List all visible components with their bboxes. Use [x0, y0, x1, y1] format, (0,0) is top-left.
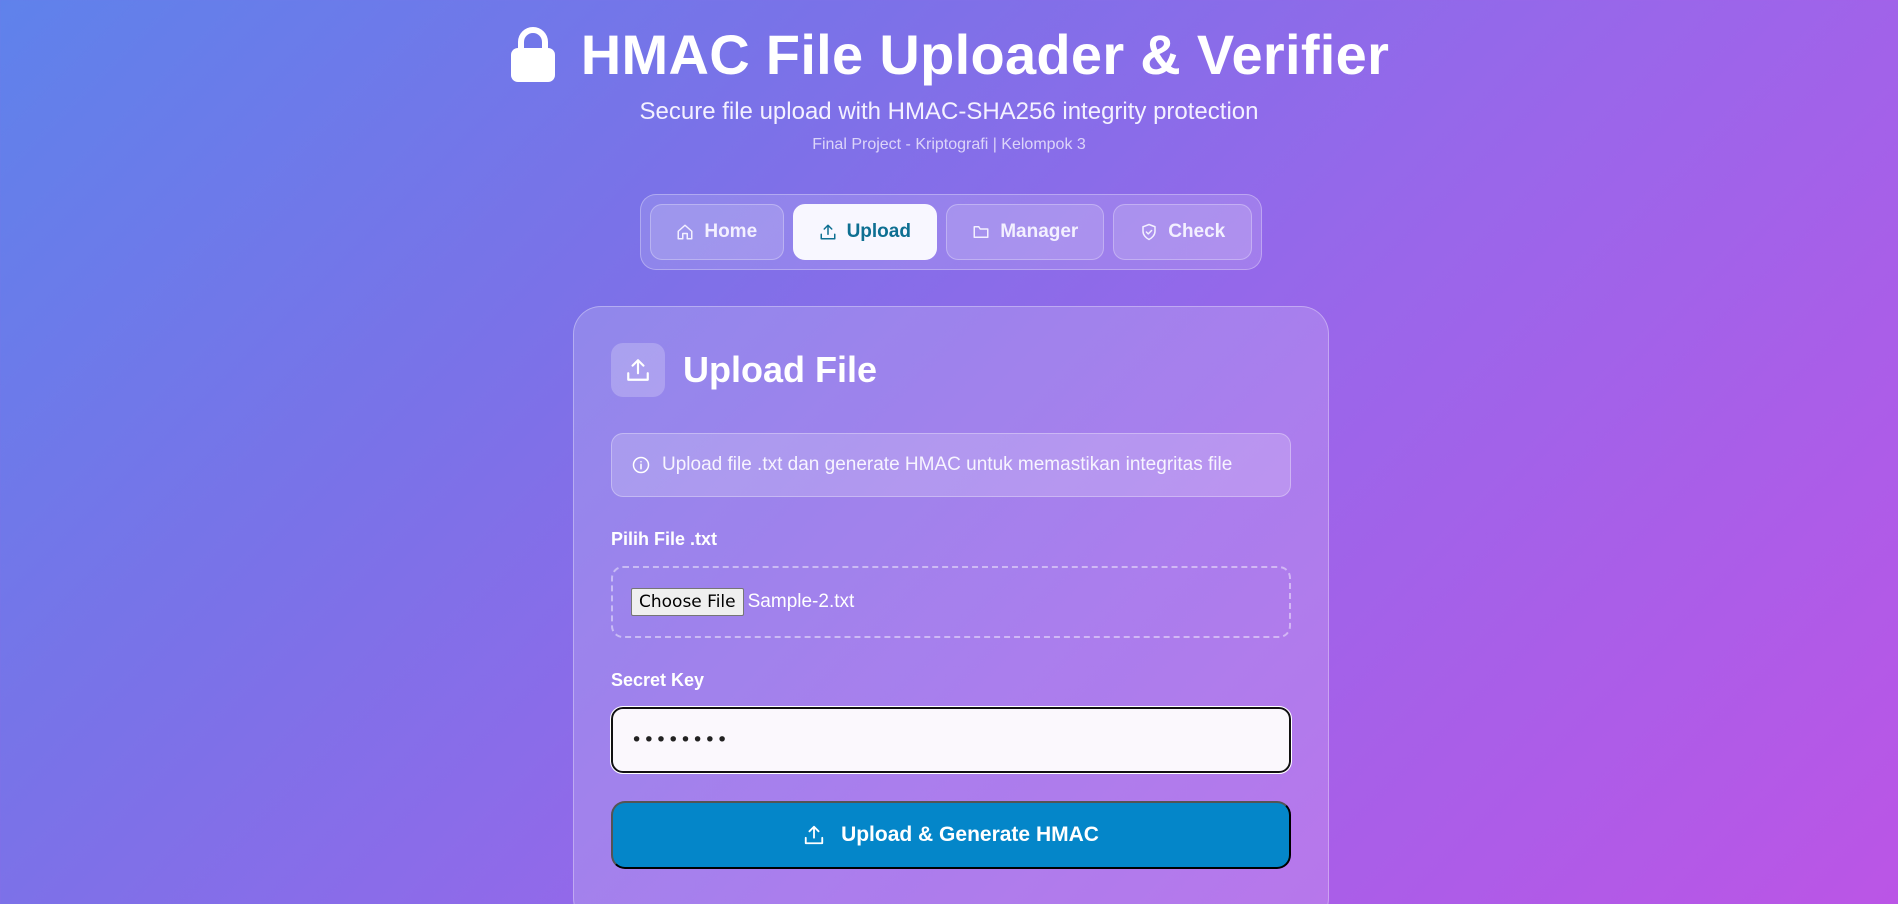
selected-file-name: Sample-2.txt — [747, 591, 855, 612]
tab-upload[interactable]: Upload — [792, 204, 938, 260]
tab-home[interactable]: Home — [650, 204, 784, 260]
tab-check-label: Check — [1168, 221, 1226, 242]
tab-upload-label: Upload — [846, 221, 911, 242]
folder-icon — [973, 226, 989, 238]
file-dropzone[interactable]: Choose File Sample-2.txt — [611, 566, 1291, 638]
upload-generate-label: Upload & Generate HMAC — [841, 823, 1099, 846]
page-title: HMAC File Uploader & Verifier — [580, 23, 1390, 86]
card-title: Upload File — [683, 349, 878, 390]
title-row: HMAC File Uploader & Verifier — [0, 22, 1898, 88]
project-meta: Final Project - Kriptografi | Kelompok 3 — [812, 136, 1086, 153]
tab-manager-label: Manager — [1000, 221, 1079, 242]
choose-file-button[interactable]: Choose File — [631, 588, 744, 616]
page-subtitle: Secure file upload with HMAC-SHA256 inte… — [639, 98, 1259, 125]
lock-icon — [510, 27, 555, 82]
upload-icon — [804, 825, 824, 845]
file-label: Pilih File .txt — [611, 529, 718, 549]
tab-home-label: Home — [704, 221, 758, 242]
shield-check-icon — [1142, 223, 1156, 241]
tab-manager[interactable]: Manager — [946, 204, 1105, 260]
secret-key-label: Secret Key — [611, 670, 705, 690]
upload-icon — [627, 359, 649, 381]
main-nav: Home Upload Manager Check — [640, 194, 1262, 270]
upload-icon — [820, 224, 836, 240]
secret-key-input[interactable]: •••••••• — [610, 706, 1292, 774]
upload-card: Upload File Upload file .txt dan generat… — [573, 306, 1329, 904]
page-header: HMAC File Uploader & Verifier Secure fil… — [0, 0, 1898, 154]
info-text: Upload file .txt dan generate HMAC untuk… — [662, 454, 1233, 475]
upload-generate-button[interactable]: Upload & Generate HMAC — [611, 801, 1291, 869]
home-icon — [677, 224, 693, 240]
card-upload-icon-box — [611, 343, 665, 397]
info-banner: Upload file .txt dan generate HMAC untuk… — [611, 433, 1291, 497]
info-icon — [632, 456, 650, 474]
card-header: Upload File — [611, 343, 1291, 397]
tab-check[interactable]: Check — [1113, 204, 1252, 260]
